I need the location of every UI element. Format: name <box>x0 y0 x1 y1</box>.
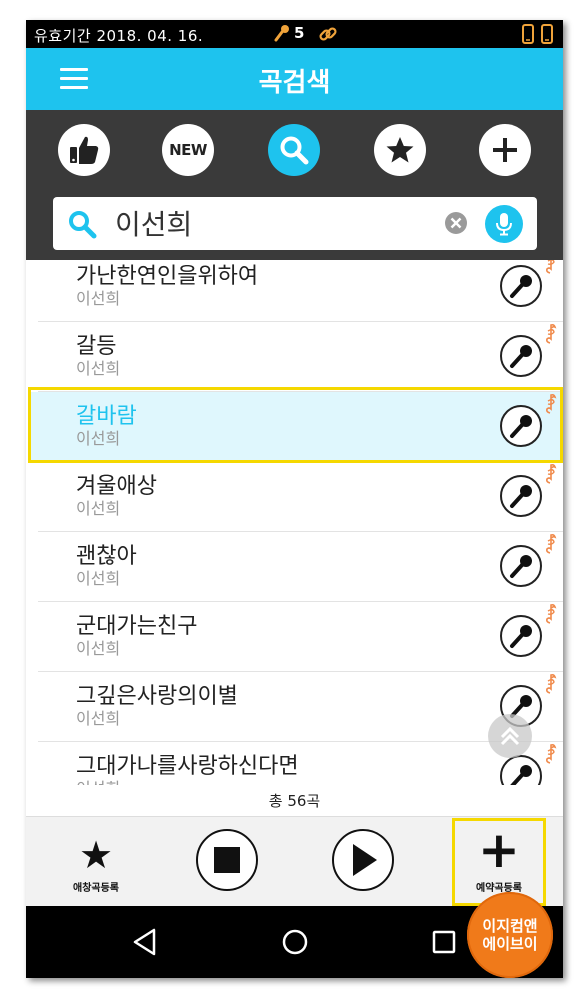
status-bar: 유효기간 2018. 04. 16. 5 <box>26 20 563 48</box>
new-label: NEW <box>169 141 207 159</box>
plus-icon <box>493 138 517 162</box>
bottom-controls: ★ 애창곡등록 + 예약곡등록 <box>26 816 563 906</box>
microphone-icon <box>274 25 289 42</box>
music-note-icon <box>546 743 557 764</box>
microphone-icon <box>510 345 532 368</box>
song-artist: 이선희 <box>76 775 120 785</box>
mic-count-value: 5 <box>294 24 305 42</box>
device-icons <box>522 24 553 44</box>
song-list-item[interactable]: 괜찮아 이선희 <box>38 532 563 602</box>
microphone-icon <box>510 415 532 438</box>
voice-search-button[interactable] <box>485 205 523 243</box>
microphone-icon <box>510 275 532 298</box>
add-button[interactable] <box>479 124 531 176</box>
recent-apps-icon[interactable] <box>426 924 462 960</box>
back-icon[interactable] <box>128 924 164 960</box>
phone-icon <box>522 24 534 44</box>
badge-line-2: 에이브이 <box>482 935 538 953</box>
plus-icon: + <box>478 821 520 879</box>
microphone-icon <box>510 625 532 648</box>
stop-button[interactable] <box>196 829 258 891</box>
music-note-icon <box>546 673 557 694</box>
badge-line-1: 이지컴앤 <box>482 917 538 935</box>
clear-icon[interactable] <box>444 211 468 235</box>
scroll-to-top-icon[interactable] <box>488 714 532 758</box>
star-icon: ★ <box>78 833 114 877</box>
microphone-icon <box>496 213 512 236</box>
home-icon[interactable] <box>277 924 313 960</box>
music-note-icon <box>546 260 555 274</box>
song-list-item[interactable]: 가난한연인을위하여 이선희 <box>38 260 563 322</box>
new-songs-button[interactable]: NEW <box>162 124 214 176</box>
search-tab-button[interactable] <box>268 124 320 176</box>
song-list-item[interactable]: 그대가나를사랑하신다면이선희 <box>38 742 563 785</box>
stop-icon <box>214 847 240 873</box>
sing-button[interactable] <box>500 545 542 587</box>
music-note-icon <box>546 533 557 554</box>
song-artist: 이선희 <box>76 639 121 658</box>
search-icon <box>69 211 97 239</box>
app-screen: 유효기간 2018. 04. 16. 5 곡검색 NEW 이선희 가난한연인을위… <box>26 20 563 978</box>
song-list-item[interactable]: 갈등 이선희 <box>38 322 563 392</box>
thumbs-up-icon <box>70 136 99 164</box>
expiry-date: 유효기간 2018. 04. 16. <box>34 27 204 45</box>
reserve-register-label: 예약곡등록 <box>476 883 522 894</box>
total-count: 총 56곡 <box>26 790 563 816</box>
app-header: 곡검색 <box>26 48 563 110</box>
song-list-item[interactable]: 갈바람 이선희 <box>28 392 563 462</box>
mic-count: 5 <box>274 24 304 42</box>
music-note-icon <box>546 603 557 624</box>
star-icon <box>386 137 414 163</box>
category-bar: NEW <box>26 110 563 260</box>
song-list: 가난한연인을위하여 이선희 갈등 이선희 갈바람 이선희 겨울애상 이선희 괜찮아 이선희 군대가는… <box>26 260 563 785</box>
song-artist: 이선희 <box>76 289 121 308</box>
music-note-icon <box>546 393 557 414</box>
sing-button[interactable] <box>500 405 542 447</box>
favorite-register-label: 애창곡등록 <box>73 883 119 894</box>
page-title: 곡검색 <box>258 68 331 98</box>
sing-button[interactable] <box>500 615 542 657</box>
song-artist: 이선희 <box>76 499 121 518</box>
play-button[interactable] <box>332 829 394 891</box>
favorite-register-button[interactable]: ★ 애창곡등록 <box>56 835 136 894</box>
popular-songs-button[interactable] <box>58 124 110 176</box>
song-list-item[interactable]: 군대가는친구 이선희 <box>38 602 563 672</box>
microphone-icon <box>510 555 532 578</box>
song-list-item[interactable]: 겨울애상 이선희 <box>38 462 563 532</box>
song-artist: 이선희 <box>76 359 121 378</box>
song-artist: 이선희 <box>76 709 121 728</box>
sing-button[interactable] <box>500 335 542 377</box>
search-box <box>53 197 537 250</box>
favorites-button[interactable] <box>374 124 426 176</box>
phone-icon <box>541 24 553 44</box>
music-note-icon <box>546 463 557 484</box>
sing-button[interactable] <box>500 265 542 307</box>
sing-button[interactable] <box>500 755 542 785</box>
music-note-icon <box>546 323 557 344</box>
search-input[interactable] <box>115 205 435 241</box>
sing-button[interactable] <box>500 475 542 517</box>
microphone-icon <box>510 765 532 785</box>
microphone-icon <box>510 485 532 508</box>
play-icon <box>353 844 377 876</box>
link-icon <box>319 27 337 41</box>
song-list-item[interactable]: 그깊은사랑의이별 이선희 <box>38 672 563 742</box>
song-artist: 이선희 <box>76 569 121 588</box>
song-artist: 이선희 <box>76 429 121 448</box>
search-icon <box>280 136 309 165</box>
watermark-badge: 이지컴앤 에이브이 <box>467 892 553 978</box>
